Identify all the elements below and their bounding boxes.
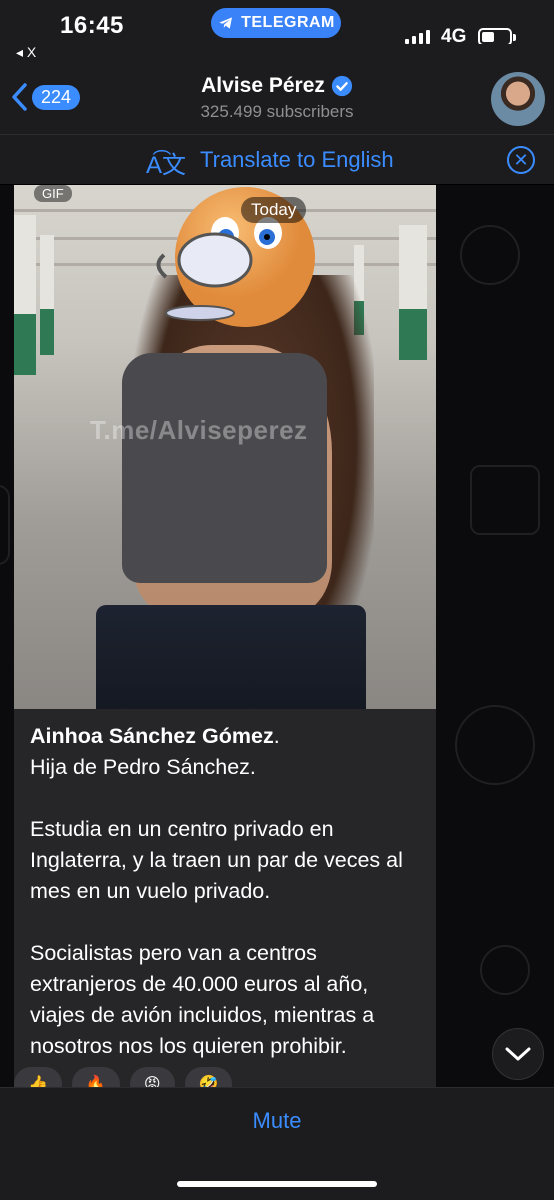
date-pill: Today — [241, 197, 307, 223]
reaction-fire[interactable]: 🔥 — [71, 1067, 120, 1087]
message-text: Ainhoa Sánchez Gómez. Hija de Pedro Sánch… — [30, 721, 426, 1087]
channel-name: Alvise Pérez — [201, 74, 325, 97]
doodle-background-icon — [455, 705, 535, 785]
thumbs-up-icon: 👍 — [28, 1076, 48, 1087]
message-paragraph-2: Estudia en un centro privado en Inglater… — [30, 817, 403, 903]
doodle-background-icon — [0, 485, 10, 565]
verified-icon — [331, 75, 352, 97]
signal-icon — [405, 30, 430, 44]
message-line2: Hija de Pedro Sánchez. — [30, 755, 256, 779]
angry-face-icon: 😡 — [143, 1076, 161, 1087]
photo-top — [122, 353, 327, 583]
reaction-angry[interactable]: 😡 — [129, 1067, 175, 1087]
telegram-pill-label: TELEGRAM — [241, 14, 335, 31]
scroll-down-button[interactable] — [492, 1028, 544, 1080]
doodle-background-icon — [480, 945, 530, 995]
translate-bar: A͡文 Translate to English ✕ — [0, 134, 554, 184]
translate-icon: A͡文 — [146, 152, 187, 179]
telegram-pill[interactable]: TELEGRAM — [211, 8, 341, 38]
fire-icon: 🔥 — [85, 1076, 106, 1087]
chevron-down-icon — [505, 1047, 531, 1061]
back-to-app-link[interactable]: ◂ X — [16, 44, 36, 61]
chat-header: 224 Alvise Pérez 325.499 subscribers — [0, 44, 554, 134]
status-time: 16:45 — [60, 12, 124, 39]
doodle-background-icon — [460, 225, 520, 285]
message-photo[interactable]: T.me/Alviseperez GIF Today — [14, 185, 436, 709]
message-bubble[interactable]: T.me/Alviseperez GIF Today Ainhoa Sánche… — [14, 185, 436, 1087]
message-name-suffix: . — [273, 724, 280, 748]
translate-button[interactable]: Translate to English — [200, 147, 394, 173]
channel-title[interactable]: Alvise Pérez — [0, 74, 554, 98]
telegram-icon — [219, 17, 233, 29]
channel-avatar[interactable] — [491, 72, 545, 126]
mute-button[interactable]: Mute — [0, 1108, 554, 1134]
close-translate-icon[interactable]: ✕ — [507, 146, 535, 174]
reaction-laugh[interactable]: 🤣 — [184, 1067, 233, 1087]
status-bar: 16:45 TELEGRAM 4G — [0, 0, 554, 47]
bottom-bar: Mute — [0, 1087, 554, 1200]
message-paragraph-3: Socialistas pero van a centros extranjer… — [30, 941, 375, 1058]
doodle-background-icon — [470, 465, 540, 535]
laughing-face-icon: 🤣 — [198, 1076, 219, 1087]
photo-watermark: T.me/Alviseperez — [90, 415, 308, 445]
gif-label: GIF — [34, 185, 72, 202]
reaction-thumbs-up[interactable]: 👍 — [14, 1067, 62, 1087]
photo-jeans — [96, 605, 366, 709]
subscriber-count: 325.499 subscribers — [200, 102, 354, 121]
chat-area[interactable]: T.me/Alviseperez GIF Today Ainhoa Sánche… — [0, 185, 554, 1087]
home-indicator — [177, 1181, 377, 1187]
reactions-row: 👍 🔥 😡 🤣 — [14, 1067, 233, 1087]
message-name: Ainhoa Sánchez Gómez — [30, 724, 274, 748]
